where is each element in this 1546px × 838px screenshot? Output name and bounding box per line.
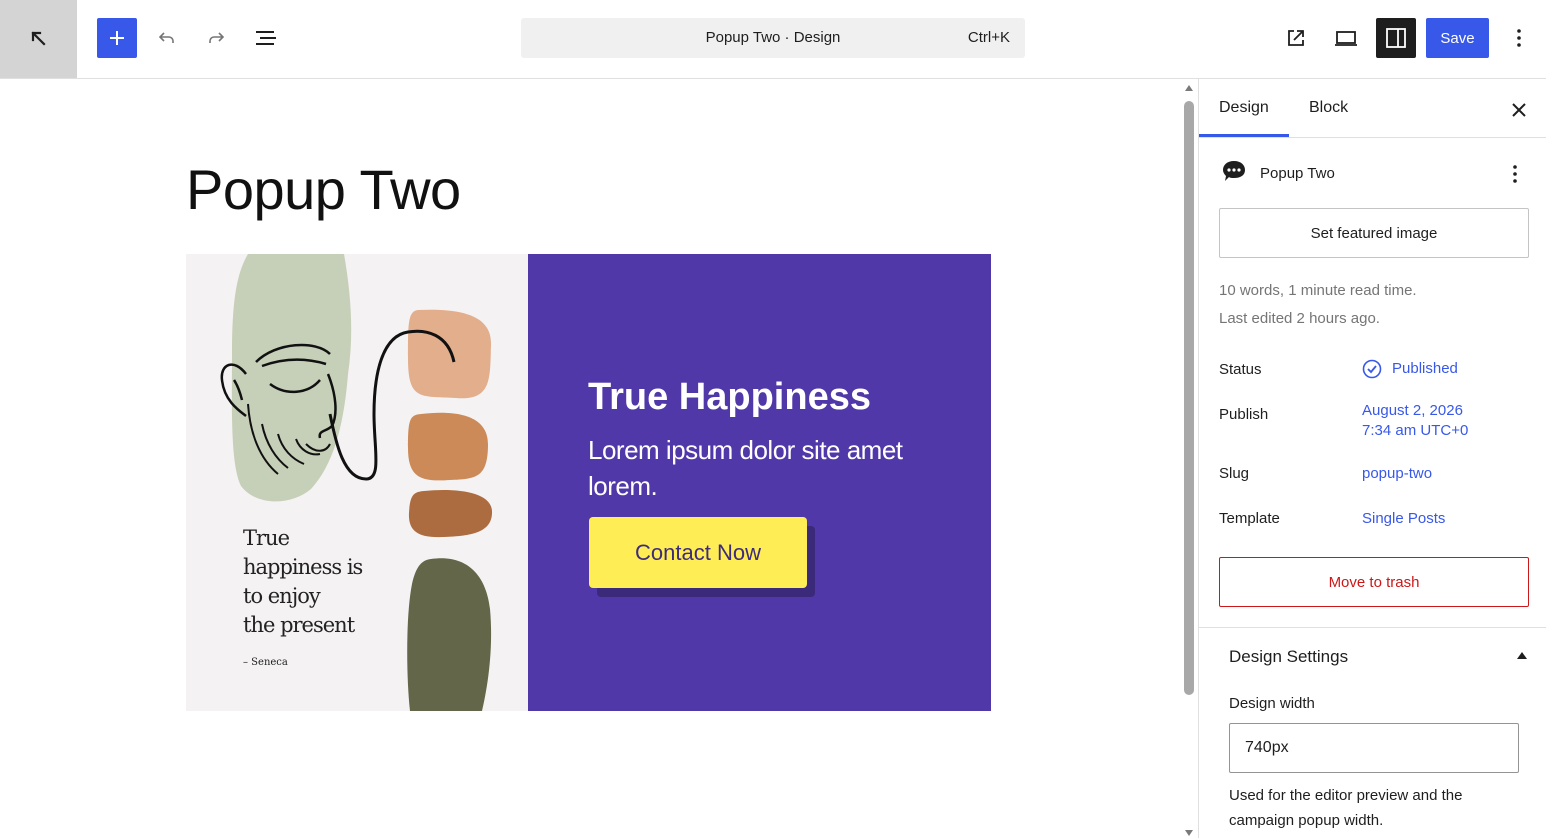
document-summary: Popup Two — [1219, 159, 1539, 189]
popup-heading[interactable]: True Happiness — [588, 376, 871, 419]
popup-content[interactable]: True Happiness Lorem ipsum dolor site am… — [528, 254, 991, 711]
set-featured-image-button[interactable]: Set featured image — [1219, 208, 1529, 258]
published-check-icon — [1362, 359, 1382, 379]
publish-time: 7:34 am UTC+0 — [1362, 422, 1469, 439]
canvas-scrollbar[interactable] — [1180, 79, 1198, 838]
editor-header: Popup Two · Design Ctrl+K Save — [0, 0, 1546, 79]
redo-button[interactable] — [197, 19, 235, 57]
close-sidebar-button[interactable] — [1506, 97, 1532, 123]
sidebar-icon — [1386, 28, 1406, 48]
template-value[interactable]: Single Posts — [1362, 509, 1445, 529]
save-button[interactable]: Save — [1426, 18, 1489, 58]
publish-date-button[interactable]: August 2, 2026 7:34 am UTC+0 — [1362, 401, 1468, 441]
scroll-down-arrow-icon[interactable] — [1185, 830, 1193, 836]
arrow-up-left-icon — [30, 31, 46, 46]
list-view-icon — [256, 31, 276, 45]
add-block-button[interactable] — [97, 18, 137, 58]
status-label: Status — [1219, 361, 1262, 378]
keyboard-shortcut: Ctrl+K — [967, 29, 1010, 46]
move-to-trash-button[interactable]: Move to trash — [1219, 557, 1529, 607]
design-settings-toggle[interactable]: Design Settings — [1229, 647, 1348, 667]
face-illustration — [220, 254, 493, 711]
settings-toggle-button[interactable] — [1376, 18, 1416, 58]
quote-author: – Seneca — [243, 657, 288, 668]
document-title: Popup Two · Design — [705, 29, 841, 46]
tab-block[interactable]: Block — [1309, 99, 1348, 117]
document-actions-button[interactable] — [1505, 161, 1525, 187]
plus-icon — [110, 31, 124, 45]
contact-now-button[interactable]: Contact Now — [589, 517, 807, 588]
design-width-input[interactable] — [1229, 723, 1519, 773]
design-width-label: Design width — [1229, 695, 1315, 712]
popup-block[interactable]: True happiness is to enjoy the present –… — [186, 254, 991, 711]
section-divider — [1199, 627, 1546, 628]
more-vertical-icon — [1513, 165, 1517, 183]
document-overview-button[interactable] — [247, 19, 285, 57]
chat-bubble-icon — [1223, 161, 1245, 181]
publish-label: Publish — [1219, 406, 1269, 423]
undo-button[interactable] — [148, 19, 186, 57]
scroll-thumb[interactable] — [1184, 101, 1194, 695]
quote-line: True — [243, 526, 290, 550]
word-count: 10 words, 1 minute read time. — [1219, 282, 1417, 299]
scroll-up-arrow-icon[interactable] — [1185, 85, 1193, 91]
tab-design[interactable]: Design — [1219, 99, 1269, 117]
last-edited: Last edited 2 hours ago. — [1219, 310, 1380, 327]
quote-line: happiness is — [243, 555, 363, 579]
external-link-icon — [1288, 30, 1304, 46]
document-name: Popup Two — [1260, 165, 1335, 182]
publish-date: August 2, 2026 — [1362, 402, 1463, 419]
close-icon — [1512, 103, 1526, 117]
slug-label: Slug — [1219, 465, 1250, 482]
chevron-up-icon[interactable] — [1517, 652, 1527, 659]
page-title[interactable]: Popup Two — [186, 157, 461, 222]
more-vertical-icon — [1517, 29, 1521, 47]
popup-body-text[interactable]: Lorem ipsum dolor site amet lorem. — [588, 432, 968, 504]
desktop-icon — [1335, 31, 1357, 46]
back-button[interactable] — [0, 0, 77, 78]
options-menu-button[interactable] — [1502, 19, 1536, 57]
preview-device-button[interactable] — [1327, 19, 1365, 57]
slug-value[interactable]: popup-two — [1362, 464, 1432, 484]
active-tab-indicator — [1199, 134, 1289, 137]
command-palette-bar[interactable]: Popup Two · Design Ctrl+K — [521, 18, 1025, 58]
quote-line: the present — [243, 613, 355, 637]
editor-canvas[interactable]: Popup Two True happiness is to enjoy the… — [0, 79, 1180, 838]
quote-line: to enjoy — [243, 584, 321, 608]
status-text: Published — [1392, 360, 1458, 377]
sidebar-tabs: Design Block — [1199, 79, 1546, 138]
quote-text: True happiness is to enjoy the present — [243, 524, 363, 640]
undo-icon — [158, 32, 174, 43]
design-width-help: Used for the editor preview and the camp… — [1229, 787, 1463, 829]
popup-image[interactable]: True happiness is to enjoy the present –… — [186, 254, 528, 711]
view-external-button[interactable] — [1277, 19, 1315, 57]
template-label: Template — [1219, 510, 1280, 527]
settings-sidebar: Design Block Popup Two Set featured imag… — [1198, 79, 1546, 838]
redo-icon — [209, 32, 225, 43]
